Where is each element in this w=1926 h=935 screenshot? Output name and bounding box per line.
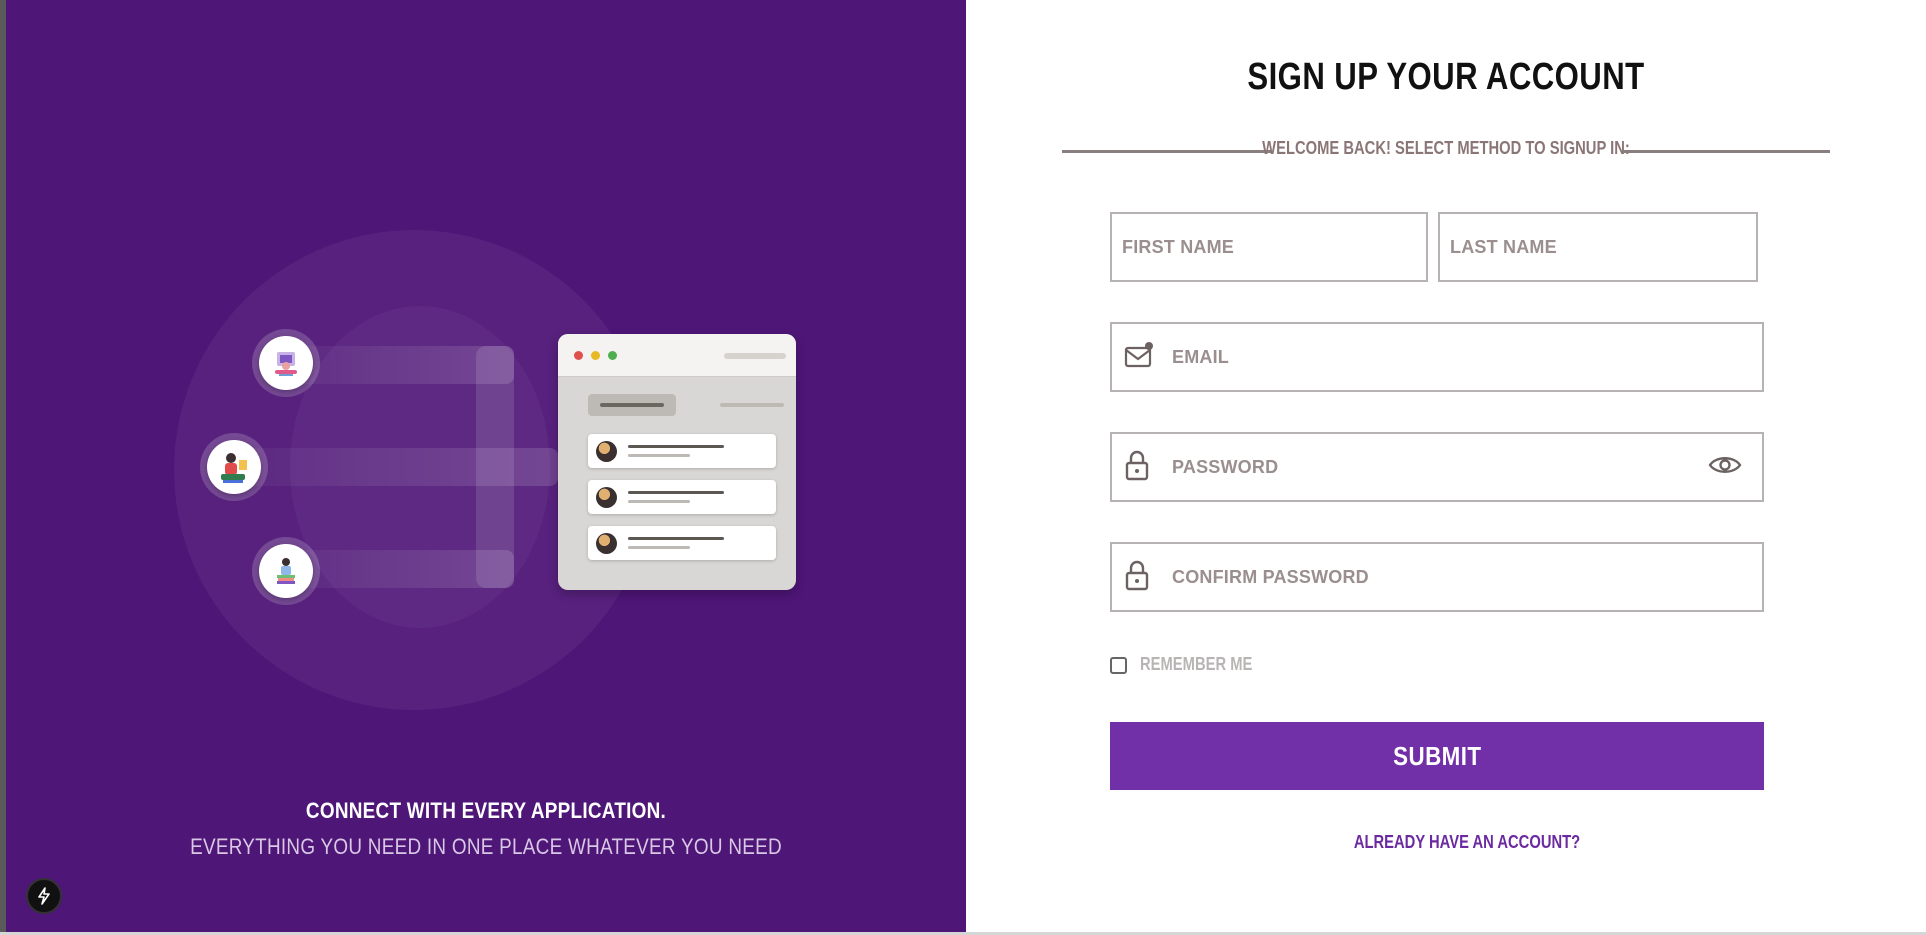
avatar (596, 441, 617, 462)
envelope-icon (1124, 341, 1154, 373)
contact-card (588, 434, 776, 468)
lock-icon (1124, 449, 1150, 485)
last-name-field (1438, 212, 1758, 282)
app-window-mockup (558, 334, 796, 590)
promo-headline: CONNECT WITH EVERY APPLICATION. (305, 798, 667, 823)
person-laptop-icon (259, 336, 313, 390)
first-name-field (1110, 212, 1428, 282)
already-have-account-link[interactable]: ALREADY HAVE AN ACCOUNT? (1354, 832, 1580, 853)
app-node-bottom (252, 537, 320, 605)
remember-me-checkbox[interactable] (1110, 657, 1127, 674)
close-dot-icon (574, 351, 583, 360)
contact-card (588, 480, 776, 514)
password-input[interactable] (1172, 434, 1672, 500)
lock-icon (1124, 559, 1150, 595)
promo-subheadline: EVERYTHING YOU NEED IN ONE PLACE WHATEVE… (190, 834, 782, 859)
contact-card (588, 526, 776, 560)
integration-illustration (6, 0, 966, 935)
app-node-middle (200, 433, 268, 501)
first-name-input[interactable] (1122, 214, 1418, 280)
promo-panel: CONNECT WITH EVERY APPLICATION. EVERYTHI… (6, 0, 966, 935)
address-bar (724, 353, 786, 359)
lightning-bolt-icon[interactable] (26, 878, 62, 914)
signup-panel: SIGN UP YOUR ACCOUNT WELCOME BACK! SELEC… (966, 0, 1926, 935)
divider-right (1622, 150, 1830, 153)
email-input[interactable] (1172, 324, 1752, 390)
app-node-top (252, 329, 320, 397)
eye-icon[interactable] (1708, 454, 1742, 480)
window-header-line (720, 403, 784, 407)
window-tab (588, 394, 676, 416)
email-field (1110, 322, 1764, 392)
login-link-wrapper: ALREADY HAVE AN ACCOUNT? (966, 832, 1926, 853)
confirm-password-field (1110, 542, 1764, 612)
person-on-books-icon (259, 544, 313, 598)
minimize-dot-icon (591, 351, 600, 360)
window-titlebar (558, 334, 796, 377)
avatar (596, 533, 617, 554)
signup-method-subtitle: WELCOME BACK! SELECT METHOD TO SIGNUP IN… (1262, 138, 1630, 158)
avatar (596, 487, 617, 508)
submit-button[interactable]: SUBMIT (1110, 722, 1764, 790)
submit-label: SUBMIT (1392, 740, 1482, 771)
remember-me-label[interactable]: REMEMBER ME (1140, 654, 1252, 675)
person-reading-icon (207, 440, 261, 494)
confirm-password-input[interactable] (1172, 544, 1752, 610)
connector-bar-vertical (476, 346, 514, 588)
last-name-input[interactable] (1450, 214, 1748, 280)
page-title: SIGN UP YOUR ACCOUNT (1247, 56, 1645, 98)
maximize-dot-icon (608, 351, 617, 360)
password-field (1110, 432, 1764, 502)
